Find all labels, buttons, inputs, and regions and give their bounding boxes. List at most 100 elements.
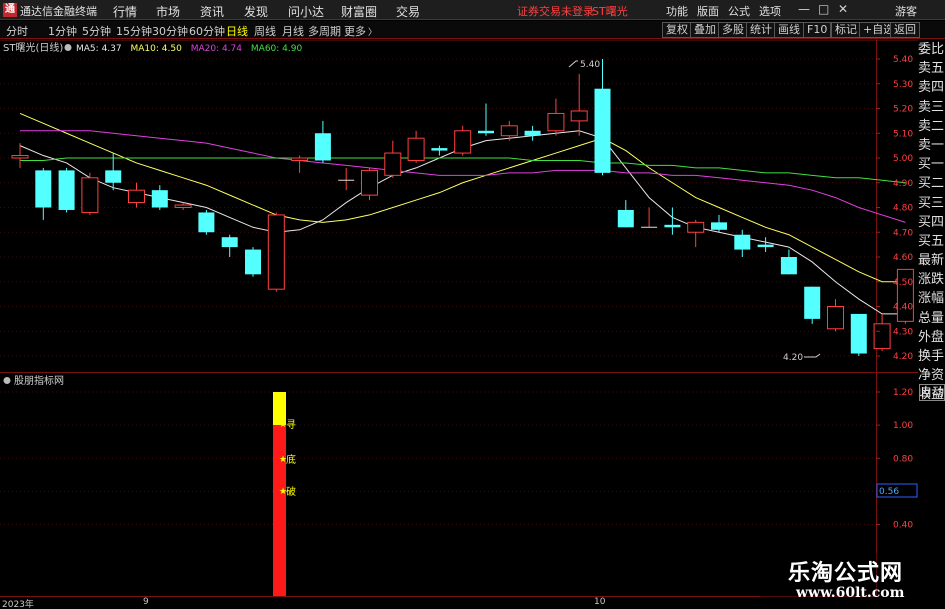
stock-title: ST曙光 bbox=[592, 5, 628, 18]
maximize-icon[interactable]: □ bbox=[818, 2, 829, 16]
indicator-tick-label: 0.80 bbox=[893, 454, 913, 464]
ma10-label: MA10 bbox=[130, 44, 156, 54]
close-icon[interactable]: ✕ bbox=[838, 2, 848, 16]
watermark-title: 乐淘公式网 bbox=[788, 561, 904, 586]
multi-stock-button[interactable]: 多股 bbox=[718, 22, 748, 38]
current-value: 0.56 bbox=[879, 487, 899, 497]
candle-body-up bbox=[361, 169, 378, 196]
candlestick-chart[interactable]: 5.40 5.30 5.20 5.10 5.00 4.90 4.80 4.70 4.60 4.50… bbox=[0, 40, 945, 373]
period-5min[interactable]: 5分钟 bbox=[82, 23, 111, 39]
more-chevron-icon[interactable]: 〉 bbox=[368, 25, 377, 38]
candle-body-up bbox=[11, 155, 29, 159]
candle bbox=[827, 299, 844, 332]
candle bbox=[664, 207, 681, 235]
price-tick-label: 4.60 bbox=[893, 253, 913, 263]
overlay-button[interactable]: 叠加 bbox=[690, 22, 720, 38]
ma5-value: 4.37 bbox=[102, 44, 122, 54]
price-tick-label: 4.30 bbox=[893, 327, 913, 337]
candle bbox=[128, 182, 145, 208]
period-15min[interactable]: 15分钟 bbox=[116, 23, 152, 39]
candle-body-up bbox=[267, 214, 285, 290]
menu-news[interactable]: 资讯 bbox=[200, 3, 224, 20]
candle bbox=[431, 145, 448, 156]
menu-discover[interactable]: 发现 bbox=[244, 3, 268, 20]
quote-item: 卖五 bbox=[918, 61, 945, 77]
auto-button[interactable]: 自动 bbox=[919, 384, 945, 401]
mark-button[interactable]: 标记 bbox=[831, 22, 861, 38]
candle bbox=[151, 185, 168, 210]
candle-body-down bbox=[711, 222, 727, 230]
settings-dot-icon[interactable] bbox=[64, 44, 72, 51]
candle-body-down bbox=[780, 257, 797, 275]
menu-quotes[interactable]: 行情 bbox=[113, 3, 137, 20]
candle-body-down bbox=[151, 190, 168, 208]
user-label[interactable]: 游客 bbox=[895, 3, 917, 19]
chart-legend: ST曙光(日线) MA5: 4.37 MA10: 4.50 MA20: 4.74… bbox=[3, 41, 302, 54]
marker-bottom: 底 bbox=[286, 453, 296, 466]
candle bbox=[711, 214, 727, 233]
menu-ask[interactable]: 问小达 bbox=[288, 3, 324, 20]
menu-formula[interactable]: 公式 bbox=[728, 3, 750, 19]
candle-body-up bbox=[407, 137, 425, 161]
menu-trade[interactable]: 交易 bbox=[396, 3, 420, 20]
price-tick-label: 5.40 bbox=[893, 55, 913, 65]
period-60min[interactable]: 60分钟 bbox=[189, 23, 225, 39]
candle-body-down bbox=[221, 237, 238, 248]
period-1min[interactable]: 1分钟 bbox=[48, 23, 77, 39]
draw-line-button[interactable]: 画线 bbox=[774, 22, 804, 38]
candle-body-up bbox=[687, 221, 705, 233]
candle-body-up bbox=[500, 125, 518, 137]
candle bbox=[267, 212, 285, 292]
indicator-grid bbox=[0, 391, 876, 525]
time-label-year: 2023年 bbox=[2, 600, 34, 609]
statistics-button[interactable]: 统计 bbox=[746, 22, 776, 38]
minimize-icon[interactable]: — bbox=[798, 2, 810, 16]
candle-body-up bbox=[873, 323, 891, 350]
period-multi[interactable]: 多周期 bbox=[308, 23, 341, 39]
login-status[interactable]: 证券交易未登录 bbox=[517, 3, 594, 19]
quote-item: 外盘 bbox=[918, 329, 945, 345]
menu-market[interactable]: 市场 bbox=[156, 3, 180, 20]
price-tick-label: 4.20 bbox=[893, 352, 913, 362]
time-label-oct: 10 bbox=[594, 597, 606, 607]
adjust-button[interactable]: 复权 bbox=[662, 22, 692, 38]
candle-body-down bbox=[58, 170, 75, 210]
menu-layout[interactable]: 版面 bbox=[697, 3, 719, 19]
candle bbox=[198, 209, 215, 235]
time-label-sep: 9 bbox=[143, 597, 149, 607]
back-button[interactable]: 返回 bbox=[890, 22, 920, 38]
high-marker: 5.40 bbox=[568, 60, 600, 70]
price-tick-label: 5.30 bbox=[893, 80, 913, 90]
candle bbox=[58, 167, 75, 213]
candle bbox=[804, 286, 821, 324]
menu-function[interactable]: 功能 bbox=[666, 3, 688, 19]
candle-body-up bbox=[570, 110, 588, 122]
candle-body-down bbox=[478, 130, 494, 134]
candles bbox=[11, 59, 914, 356]
period-monthly[interactable]: 月线 bbox=[282, 23, 304, 39]
quote-panel: 委比 卖五 卖四 卖三 卖二 卖一 买一 买二 买三 买四 买五 最新 涨跌 涨… bbox=[918, 40, 945, 402]
indicator-name: 股朋指标网 bbox=[14, 374, 64, 387]
quote-item: 总量 bbox=[918, 310, 945, 326]
period-weekly[interactable]: 周线 bbox=[254, 23, 276, 39]
candle-body-up bbox=[827, 306, 844, 330]
period-toolbar: 分时 1分钟 5分钟 15分钟 30分钟 60分钟 日线 周线 月线 多周期 更… bbox=[0, 21, 945, 39]
period-30min[interactable]: 30分钟 bbox=[152, 23, 188, 39]
menu-wealth-circle[interactable]: 财富圈 bbox=[341, 3, 377, 20]
svg-text:MA5: 4.37 MA10: 4.50: MA5: 4.37 MA10: 4.50 MA20: 4.74 MA60: 4.… bbox=[76, 44, 302, 54]
price-grid bbox=[0, 58, 876, 357]
menu-options[interactable]: 选项 bbox=[759, 3, 781, 19]
period-intraday[interactable]: 分时 bbox=[6, 23, 28, 39]
quote-item: 委比 bbox=[918, 42, 945, 57]
candle-body-down bbox=[524, 130, 541, 136]
candle bbox=[734, 229, 751, 257]
period-more[interactable]: 更多 bbox=[344, 23, 366, 39]
candle bbox=[384, 140, 402, 178]
candle-body-up bbox=[174, 204, 192, 208]
ma60-line bbox=[20, 157, 906, 184]
period-daily[interactable]: 日线 bbox=[226, 23, 248, 39]
indicator-settings-icon[interactable] bbox=[3, 377, 11, 384]
f10-button[interactable]: F10 bbox=[803, 22, 832, 38]
candle-body-down bbox=[431, 148, 448, 151]
ma5-label: MA5 bbox=[76, 44, 96, 54]
